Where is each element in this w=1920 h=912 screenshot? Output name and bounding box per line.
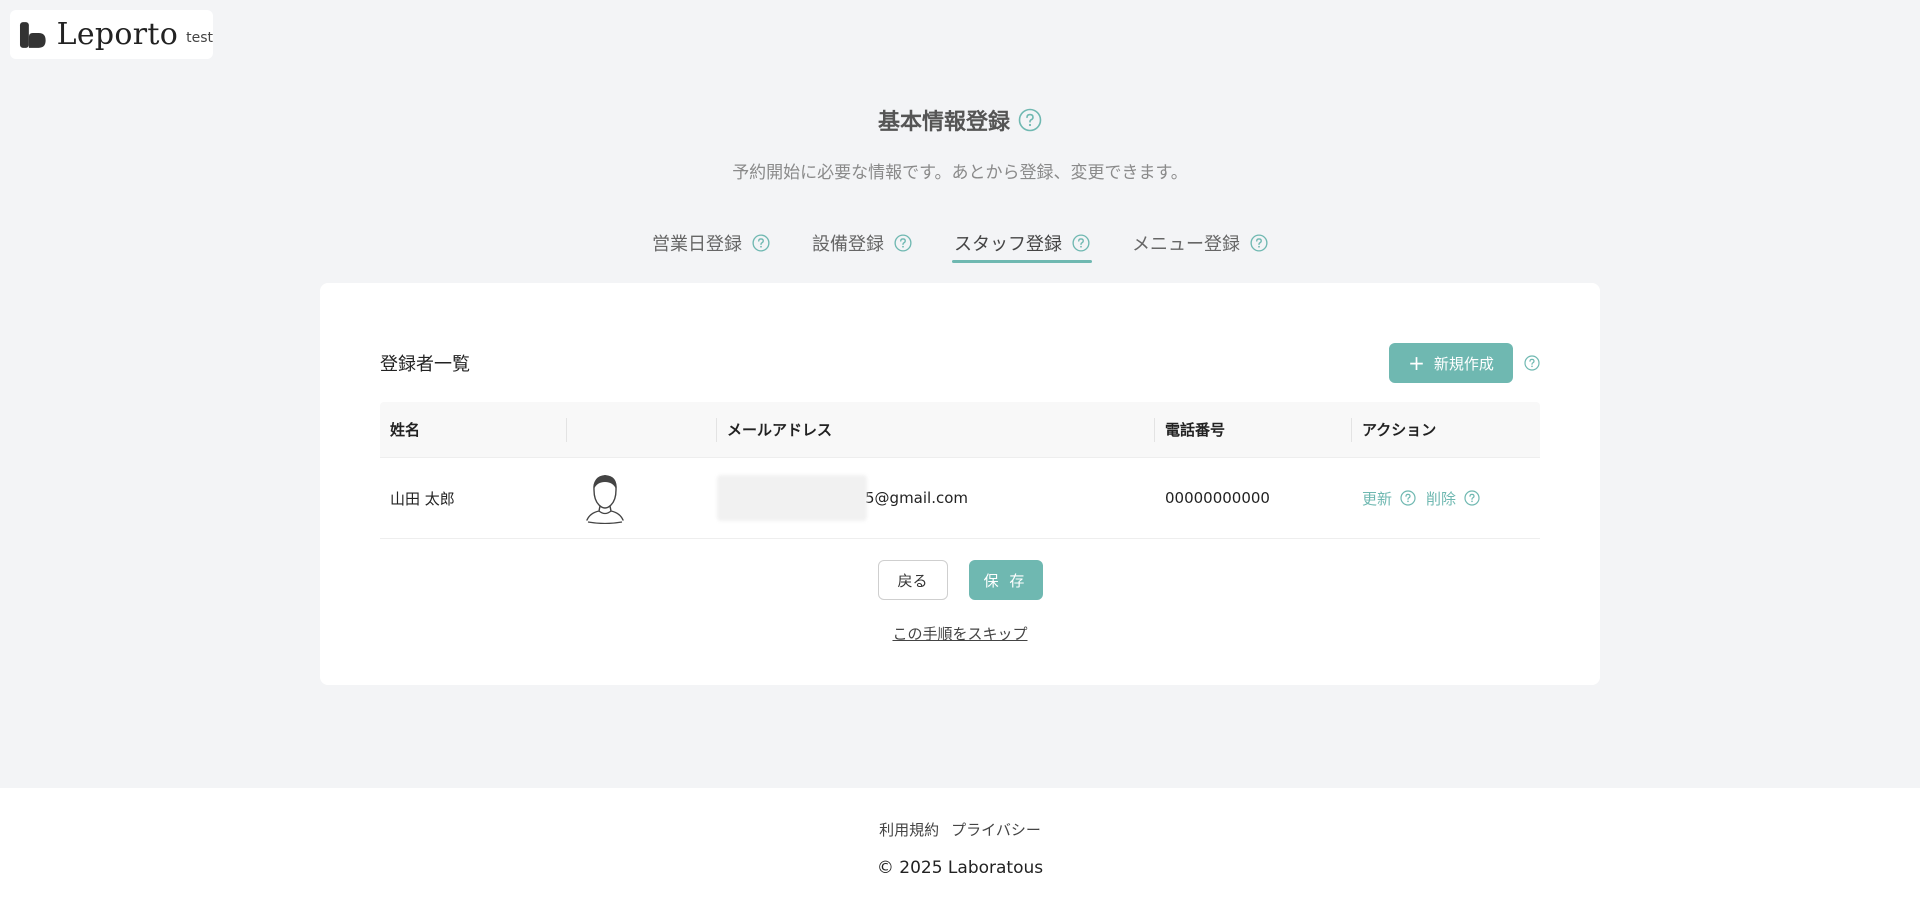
column-header-avatar <box>567 402 717 457</box>
page: Leporto test 基本情報登録 予約開始に必要な情報です。あとから登録、… <box>0 0 1920 912</box>
update-link[interactable]: 更新 <box>1362 488 1392 509</box>
help-icon[interactable] <box>894 234 912 252</box>
new-button-label: 新規作成 <box>1433 354 1494 373</box>
delete-link[interactable]: 削除 <box>1426 488 1456 509</box>
step-tabs: 営業日登録 設備登録 スタッフ登録 メニュー登録 <box>0 226 1920 263</box>
redacted-email-part <box>717 475 867 521</box>
tab-menu[interactable]: メニュー登録 <box>1130 226 1270 260</box>
help-icon[interactable] <box>752 234 770 252</box>
tab-staff[interactable]: スタッフ登録 <box>952 226 1092 263</box>
help-icon[interactable] <box>1464 490 1480 506</box>
new-button-group: + 新規作成 <box>1389 343 1540 383</box>
avatar-cell <box>567 458 717 538</box>
skip-step-link[interactable]: この手順をスキップ <box>892 625 1027 643</box>
tab-label: 営業日登録 <box>652 234 742 255</box>
environment-tag: test <box>186 29 213 46</box>
help-icon[interactable] <box>1400 490 1416 506</box>
logo[interactable]: Leporto test <box>10 10 213 59</box>
skip-step-row: この手順をスキップ <box>320 623 1600 644</box>
privacy-link[interactable]: プライバシー <box>951 819 1041 840</box>
staff-name: 山田 太郎 <box>390 489 455 508</box>
table-header: 姓名 メールアドレス 電話番号 アクション <box>380 402 1540 458</box>
footer: 利用規約 プライバシー © 2025 Laboratous <box>0 788 1920 912</box>
user-avatar-icon <box>583 472 627 524</box>
staff-email: 5@gmail.com <box>717 458 1155 538</box>
column-header-tel: 電話番号 <box>1155 402 1352 457</box>
action-cell: 更新 削除 <box>1352 458 1540 538</box>
footer-links: 利用規約 プライバシー <box>0 819 1920 840</box>
email-visible-part: 5@gmail.com <box>865 489 969 507</box>
staff-card: 登録者一覧 + 新規作成 姓名 メールアドレス 電話番号 アクション 山田 太郎… <box>320 283 1600 685</box>
help-icon[interactable] <box>1018 108 1042 132</box>
plus-icon: + <box>1408 351 1425 375</box>
tab-label: 設備登録 <box>812 234 884 255</box>
card-title: 登録者一覧 <box>380 354 470 375</box>
column-header-name: 姓名 <box>380 402 567 457</box>
save-button[interactable]: 保 存 <box>968 560 1043 600</box>
column-header-action: アクション <box>1362 421 1437 439</box>
page-title: 基本情報登録 <box>877 110 1010 135</box>
tab-facilities[interactable]: 設備登録 <box>810 226 914 260</box>
back-button[interactable]: 戻る <box>877 560 948 600</box>
new-staff-button[interactable]: + 新規作成 <box>1389 343 1513 383</box>
card-header: 登録者一覧 + 新規作成 <box>380 343 1540 383</box>
page-subtitle: 予約開始に必要な情報です。あとから登録、変更できます。 <box>732 163 1188 183</box>
help-icon[interactable] <box>1250 234 1268 252</box>
terms-link[interactable]: 利用規約 <box>879 819 939 840</box>
logo-wordmark: Leporto <box>56 16 179 52</box>
logo-mark-icon <box>19 21 46 48</box>
tab-label: スタッフ登録 <box>954 234 1062 255</box>
tab-business-days[interactable]: 営業日登録 <box>650 226 772 260</box>
staff-tel: 00000000000 <box>1165 489 1270 507</box>
column-header-email: メールアドレス <box>717 402 1155 457</box>
tab-label: メニュー登録 <box>1132 234 1240 255</box>
help-icon[interactable] <box>1524 355 1540 371</box>
copyright: © 2025 Laboratous <box>876 858 1044 878</box>
page-title-row: 基本情報登録 <box>0 104 1920 136</box>
help-icon[interactable] <box>1072 234 1090 252</box>
table-row: 山田 太郎 5@gmail.com 00000000000 更新 削除 <box>380 458 1540 539</box>
staff-table: 姓名 メールアドレス 電話番号 アクション 山田 太郎 5@gmail.com … <box>380 402 1540 539</box>
form-buttons: 戻る 保 存 <box>320 560 1600 600</box>
